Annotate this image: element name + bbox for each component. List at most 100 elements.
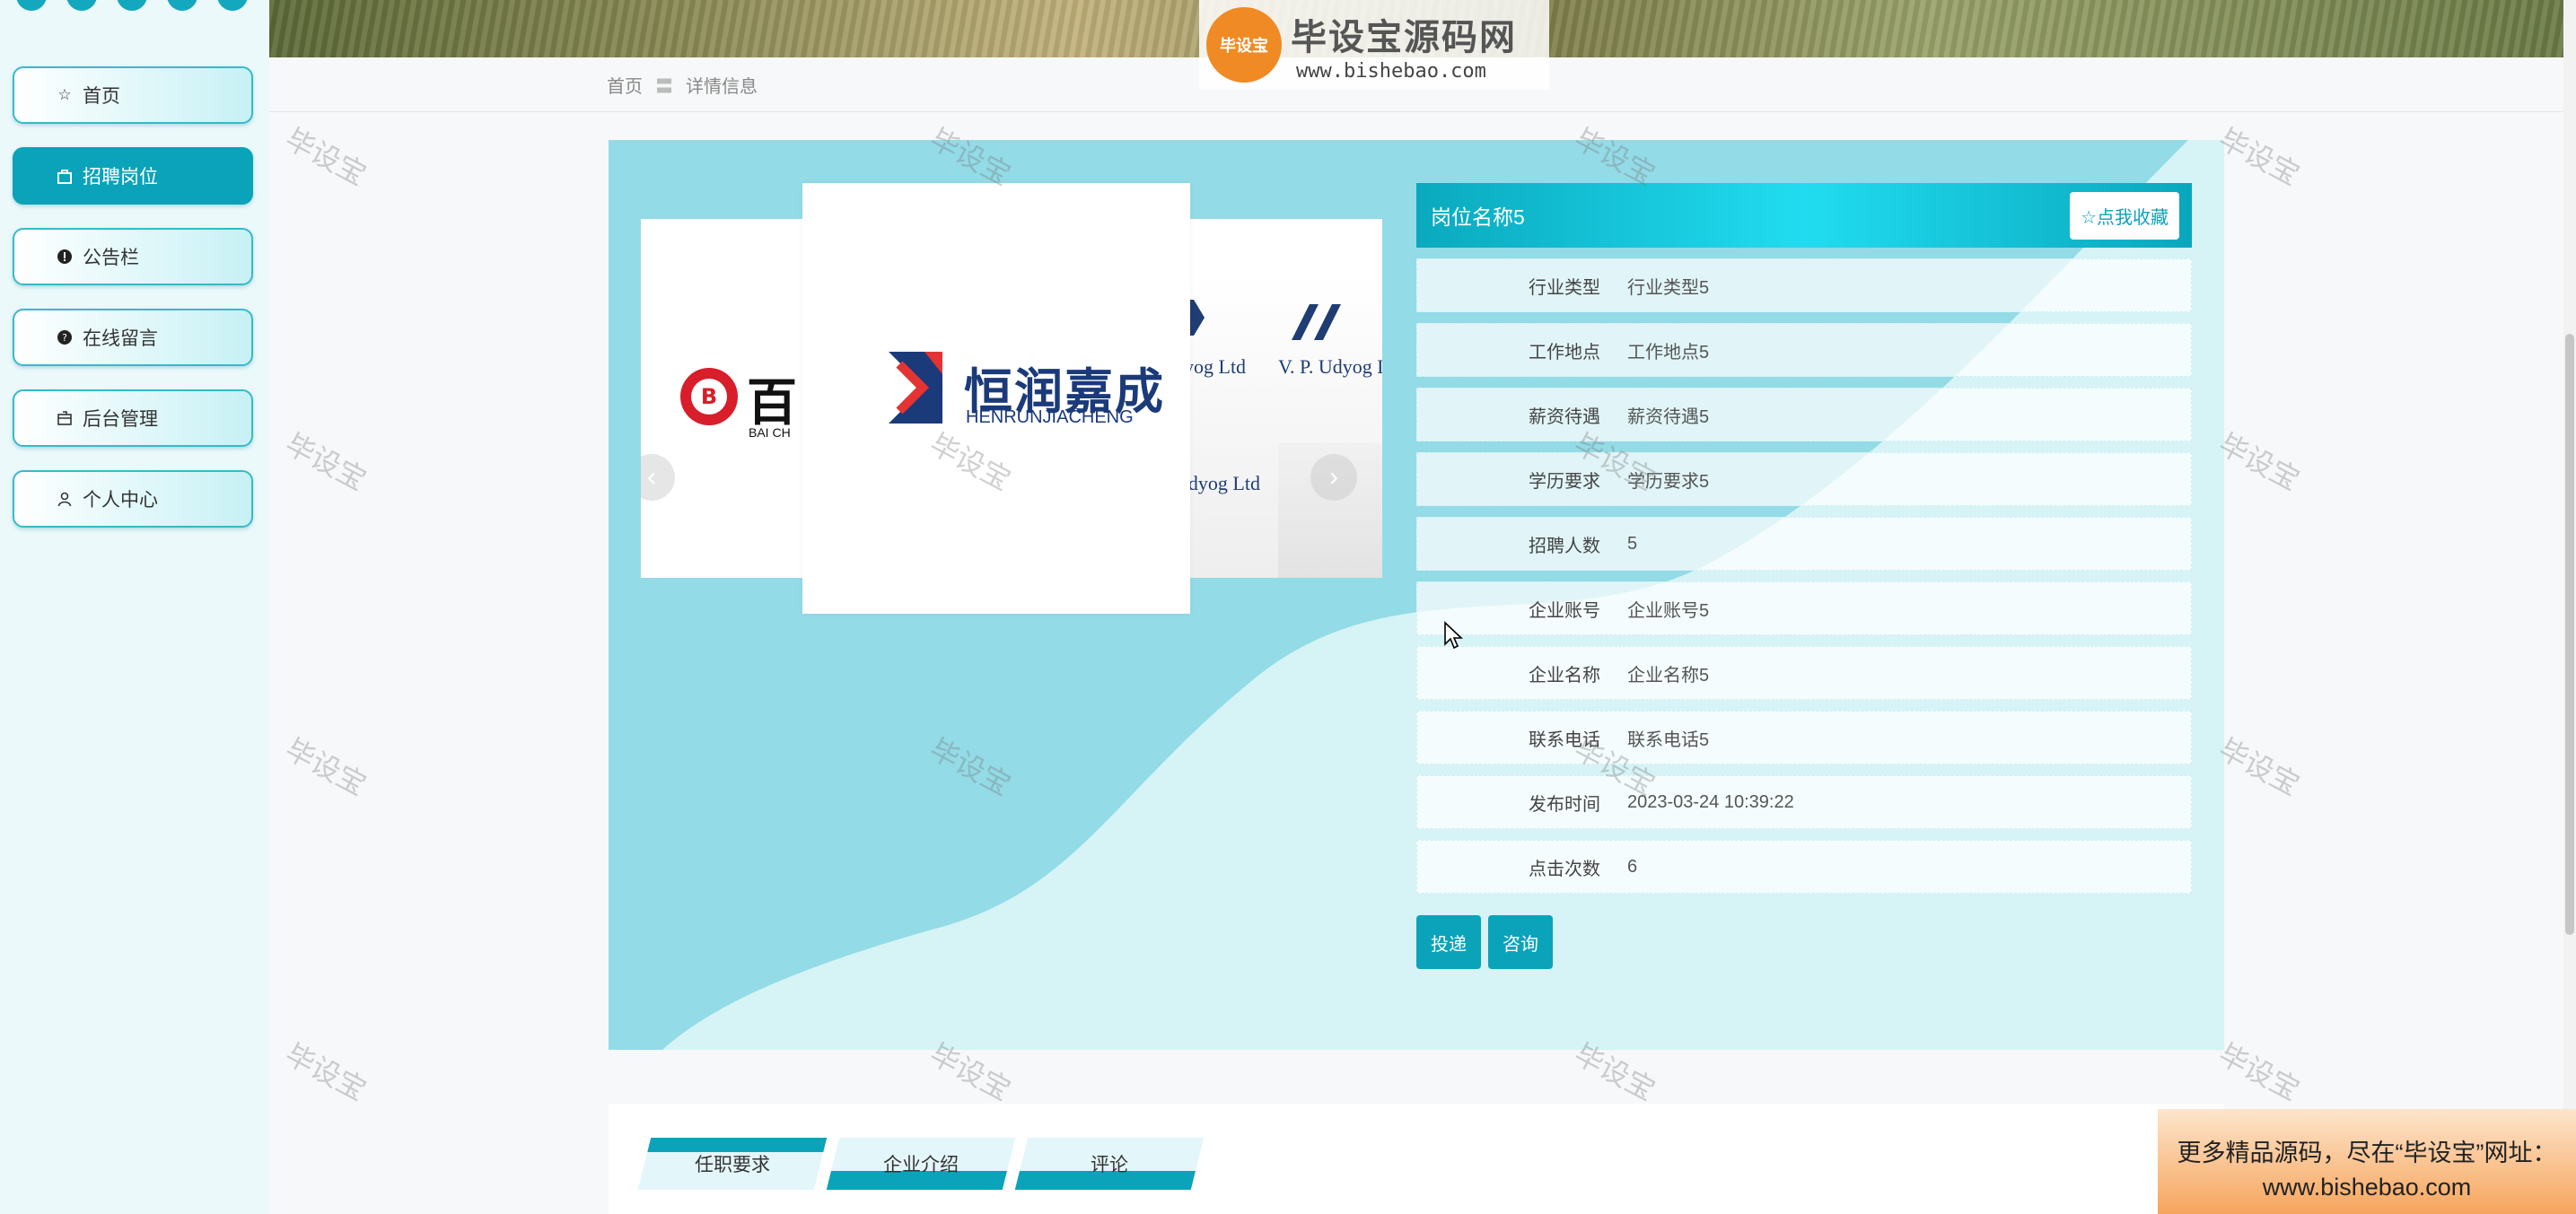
dot bbox=[117, 0, 147, 11]
info-value: 2023-03-24 10:39:22 bbox=[1627, 791, 1794, 812]
breadcrumb: 首页〓详情信息 bbox=[607, 72, 758, 98]
front-logo-mark bbox=[889, 352, 942, 424]
sidebar-item-admin[interactable]: 后台管理 bbox=[13, 389, 253, 447]
sidebar-item-jobs[interactable]: 招聘岗位 bbox=[13, 147, 253, 205]
tab-label: 任职要求 bbox=[695, 1155, 770, 1175]
carousel-next-button[interactable]: › bbox=[1310, 454, 1357, 501]
front-logo-en: HENRUNJIACHENG bbox=[966, 407, 1134, 427]
svg-text:?: ? bbox=[62, 332, 67, 344]
watermark: 毕设宝 bbox=[2213, 732, 2305, 802]
info-value: 联系电话5 bbox=[1627, 729, 1710, 750]
info-label: 点击次数 bbox=[1529, 859, 1600, 879]
info-label: 发布时间 bbox=[1529, 794, 1600, 815]
dot bbox=[16, 0, 47, 11]
sidebar: ☆ 首页 招聘岗位 公告栏 ? 在线留言 后台管理 个人中心 bbox=[0, 0, 269, 1214]
watermark: 毕设宝 bbox=[280, 122, 372, 192]
info-label: 工作地点 bbox=[1529, 342, 1600, 362]
job-info: 岗位名称5 ☆点我收藏 行业类型 行业类型5 工作地点 工作地点5 薪资待遇 薪资待遇… bbox=[1416, 183, 2192, 969]
carousel-prev-button[interactable]: ‹ bbox=[641, 454, 675, 501]
info-label: 学历要求 bbox=[1529, 471, 1600, 492]
info-label: 招聘人数 bbox=[1529, 536, 1600, 556]
sidebar-item-label: 招聘岗位 bbox=[83, 167, 158, 188]
scrollbar-thumb[interactable] bbox=[2565, 334, 2574, 935]
sidebar-item-label: 个人中心 bbox=[83, 490, 158, 511]
slide-right-logo-top: V. P. Udyog Lt bbox=[1278, 355, 1382, 378]
slide-left-sub: BAI CH bbox=[749, 425, 791, 440]
mouse-cursor-icon bbox=[1444, 621, 1463, 650]
job-title: 岗位名称5 bbox=[1431, 205, 1525, 229]
info-label: 薪资待遇 bbox=[1529, 406, 1600, 427]
dot bbox=[167, 0, 197, 11]
carousel-active-slide: 恒润嘉成 HENRUNJIACHENG bbox=[802, 183, 1190, 614]
action-buttons: 投递 咨询 bbox=[1416, 915, 2192, 969]
sidebar-item-message[interactable]: ? 在线留言 bbox=[13, 309, 253, 366]
sidebar-item-label: 后台管理 bbox=[83, 409, 158, 430]
info-row: 薪资待遇 薪资待遇5 bbox=[1416, 388, 2192, 441]
breadcrumb-home[interactable]: 首页 bbox=[607, 77, 643, 97]
info-value: 企业账号5 bbox=[1627, 600, 1710, 621]
sidebar-item-label: 在线留言 bbox=[83, 328, 158, 349]
breadcrumb-current: 详情信息 bbox=[686, 77, 758, 97]
tab-comments[interactable]: 评论 bbox=[1014, 1138, 1205, 1190]
tab-label: 企业介绍 bbox=[883, 1155, 959, 1175]
sidebar-item-home[interactable]: ☆ 首页 bbox=[13, 66, 253, 124]
site-logo-watermark: 毕设宝 毕设宝源码网 www.bishebao.com bbox=[1199, 0, 1549, 90]
user-icon bbox=[56, 490, 74, 508]
logo-title: 毕设宝源码网 bbox=[1291, 17, 1517, 57]
promo-line1: 更多精品源码，尽在“毕设宝”网址： bbox=[2177, 1140, 2557, 1166]
info-row: 学历要求 学历要求5 bbox=[1416, 452, 2192, 506]
sidebar-item-notice[interactable]: 公告栏 bbox=[13, 228, 253, 285]
sidebar-item-label: 首页 bbox=[83, 86, 120, 107]
svg-text:B: B bbox=[701, 384, 717, 409]
info-row: 企业名称 企业名称5 bbox=[1416, 646, 2192, 700]
info-row: 点击次数 6 bbox=[1416, 840, 2192, 894]
info-label: 企业账号 bbox=[1529, 600, 1600, 621]
info-row: 招聘人数 5 bbox=[1416, 517, 2192, 571]
job-title-bar: 岗位名称5 ☆点我收藏 bbox=[1416, 183, 2192, 248]
info-value: 企业名称5 bbox=[1627, 665, 1710, 686]
dot bbox=[217, 0, 248, 11]
carousel-slide-left: B 百 BAI CH bbox=[677, 354, 802, 443]
bag-icon bbox=[56, 167, 74, 185]
watermark: 毕设宝 bbox=[2213, 1037, 2305, 1107]
info-label: 企业名称 bbox=[1529, 665, 1600, 686]
info-row: 发布时间 2023-03-24 10:39:22 bbox=[1416, 775, 2192, 829]
scrollbar[interactable] bbox=[2563, 0, 2576, 1214]
info-value: 薪资待遇5 bbox=[1627, 406, 1710, 427]
tab-company[interactable]: 企业介绍 bbox=[826, 1138, 1016, 1190]
info-value: 5 bbox=[1627, 533, 1638, 554]
info-value: 6 bbox=[1627, 856, 1638, 877]
help-circle-icon: ? bbox=[56, 328, 74, 346]
consult-button[interactable]: 咨询 bbox=[1488, 915, 1553, 969]
sidebar-item-label: 公告栏 bbox=[83, 248, 139, 268]
info-label: 联系电话 bbox=[1529, 729, 1600, 750]
watermark: 毕设宝 bbox=[280, 427, 372, 497]
info-row: 工作地点 工作地点5 bbox=[1416, 323, 2192, 377]
breadcrumb-separator: 〓 bbox=[655, 77, 673, 97]
apply-button[interactable]: 投递 bbox=[1416, 915, 1481, 969]
watermark: 毕设宝 bbox=[280, 732, 372, 802]
watermark: 毕设宝 bbox=[2213, 427, 2305, 497]
sidebar-item-profile[interactable]: 个人中心 bbox=[13, 470, 253, 528]
detail-tabs: 任职要求 企业介绍 评论 bbox=[609, 1104, 2224, 1214]
box-icon bbox=[56, 409, 74, 427]
alert-circle-icon bbox=[56, 248, 74, 266]
watermark: 毕设宝 bbox=[280, 1037, 372, 1107]
watermark: 毕设宝 bbox=[2213, 122, 2305, 192]
info-row: 企业账号 企业账号5 bbox=[1416, 581, 2192, 635]
info-value: 行业类型5 bbox=[1627, 277, 1710, 298]
info-value: 工作地点5 bbox=[1627, 342, 1710, 362]
divider bbox=[269, 111, 2576, 112]
favorite-button[interactable]: ☆点我收藏 bbox=[2070, 191, 2179, 240]
carousel-slide-right: V. P. Udyog Lt dyog Ltd Udyog Ltd bbox=[1174, 273, 1382, 578]
promo-line2: www.bishebao.com bbox=[2262, 1174, 2472, 1201]
slide-left-text: 百 bbox=[747, 374, 797, 431]
star-icon: ☆ bbox=[57, 86, 72, 103]
top-dots bbox=[16, 0, 248, 11]
promo-banner: 更多精品源码，尽在“毕设宝”网址： www.bishebao.com bbox=[2158, 1109, 2576, 1214]
info-row: 行业类型 行业类型5 bbox=[1416, 258, 2192, 312]
logo-badge: 毕设宝 bbox=[1206, 7, 1282, 83]
tab-requirements[interactable]: 任职要求 bbox=[637, 1138, 828, 1190]
info-label: 行业类型 bbox=[1529, 277, 1600, 298]
logo-url: www.bishebao.com bbox=[1296, 59, 1486, 83]
